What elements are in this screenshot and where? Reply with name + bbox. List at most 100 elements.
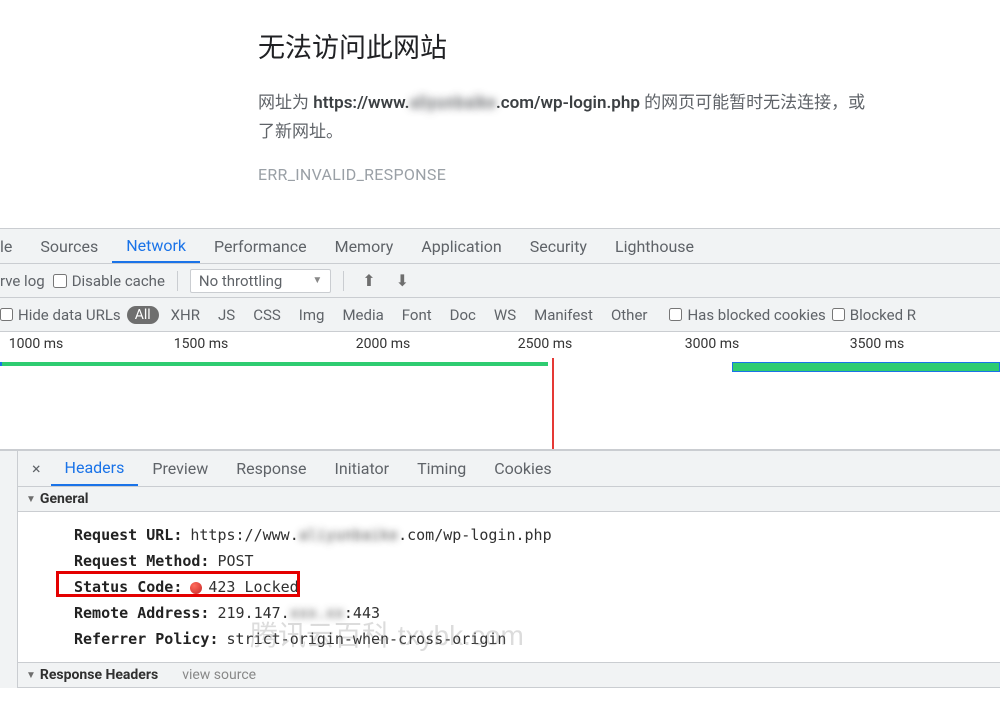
timeline-ticks: 1000 ms 1500 ms 2000 ms 2500 ms 3000 ms … bbox=[0, 332, 1000, 354]
error-prefix: 网址为 bbox=[258, 93, 313, 113]
chevron-down-icon: ▼ bbox=[312, 275, 322, 286]
throttling-value: No throttling bbox=[199, 272, 282, 290]
preserve-log-cut[interactable]: rve log bbox=[0, 272, 45, 290]
details-tabs: × Headers Preview Response Initiator Tim… bbox=[18, 451, 1000, 487]
devtools-tabbar: le Sources Network Performance Memory Ap… bbox=[0, 228, 1000, 264]
error-url-part-b: .com/wp-login.php bbox=[496, 93, 640, 113]
disclosure-triangle-icon: ▼ bbox=[26, 670, 36, 681]
request-details: × Headers Preview Response Initiator Tim… bbox=[0, 450, 1000, 688]
close-icon[interactable]: × bbox=[22, 459, 51, 478]
row-remote-address: Remote Address: 219.147.xxx.xx:443 bbox=[74, 600, 980, 626]
details-tab-initiator[interactable]: Initiator bbox=[321, 451, 404, 486]
filter-css[interactable]: CSS bbox=[247, 306, 287, 324]
filter-media[interactable]: Media bbox=[336, 306, 389, 324]
section-response-headers[interactable]: ▼ Response Headers view source bbox=[18, 662, 1000, 688]
status-dot-icon bbox=[190, 582, 202, 594]
remote-address-a: 219.147. bbox=[217, 604, 289, 622]
request-url-a: https://www. bbox=[190, 526, 298, 544]
network-toolbar: rve log Disable cache No throttling ▼ ⬆ … bbox=[0, 264, 1000, 298]
request-url-value: https://www.aliyunbaike.com/wp-login.php bbox=[190, 526, 551, 544]
timeline-bar-1 bbox=[0, 362, 548, 366]
view-source-link[interactable]: view source bbox=[182, 667, 256, 683]
hide-data-urls-input[interactable] bbox=[0, 308, 13, 321]
request-url-blurred: aliyunbaike bbox=[299, 526, 398, 544]
disable-cache-input[interactable] bbox=[53, 274, 67, 288]
section-general[interactable]: ▼ General bbox=[18, 487, 1000, 512]
tab-sources[interactable]: Sources bbox=[26, 229, 112, 263]
details-tab-preview[interactable]: Preview bbox=[138, 451, 222, 486]
request-url-key: Request URL: bbox=[74, 526, 182, 544]
response-headers-label: Response Headers bbox=[40, 667, 158, 683]
request-method-value: POST bbox=[217, 552, 253, 570]
details-tab-response[interactable]: Response bbox=[222, 451, 320, 486]
blocked-cookies-label: Has blocked cookies bbox=[687, 306, 825, 324]
tick-3000: 3000 ms bbox=[685, 336, 739, 352]
filter-img[interactable]: Img bbox=[293, 306, 331, 324]
tab-console-cut[interactable]: le bbox=[0, 229, 26, 263]
throttling-select[interactable]: No throttling ▼ bbox=[190, 269, 331, 293]
disable-cache-label: Disable cache bbox=[72, 272, 165, 290]
request-method-key: Request Method: bbox=[74, 552, 209, 570]
referrer-policy-value: strict-origin-when-cross-origin bbox=[227, 630, 507, 648]
timeline-bar-2 bbox=[732, 362, 1000, 372]
hide-data-urls-checkbox[interactable]: Hide data URLs bbox=[0, 306, 121, 324]
row-request-url: Request URL: https://www.aliyunbaike.com… bbox=[74, 522, 980, 548]
remote-address-key: Remote Address: bbox=[74, 604, 209, 622]
filter-manifest[interactable]: Manifest bbox=[528, 306, 599, 324]
remote-address-blurred: xxx.xx bbox=[290, 604, 344, 622]
status-code-value: 423 Locked bbox=[190, 578, 298, 596]
referrer-policy-key: Referrer Policy: bbox=[74, 630, 219, 648]
filter-font[interactable]: Font bbox=[396, 306, 438, 324]
section-general-label: General bbox=[40, 491, 89, 507]
status-code-text: 423 Locked bbox=[208, 578, 298, 596]
hide-data-urls-label: Hide data URLs bbox=[18, 306, 121, 324]
filter-xhr[interactable]: XHR bbox=[165, 306, 206, 324]
tab-lighthouse[interactable]: Lighthouse bbox=[601, 229, 708, 263]
blocked-requests-checkbox-cut[interactable]: Blocked R bbox=[832, 306, 916, 324]
blocked-cookies-checkbox[interactable]: Has blocked cookies bbox=[669, 306, 825, 324]
blocked-requests-input[interactable] bbox=[832, 308, 845, 321]
upload-icon[interactable]: ⬆ bbox=[356, 271, 381, 290]
tick-3500: 3500 ms bbox=[850, 336, 904, 352]
error-url-part-a: https://www. bbox=[313, 93, 409, 113]
timeline-load-marker bbox=[552, 358, 554, 449]
tab-performance[interactable]: Performance bbox=[200, 229, 321, 263]
error-url-domain-blurred: aliyunbaike bbox=[410, 93, 496, 113]
tick-2000: 2000 ms bbox=[356, 336, 410, 352]
tab-memory[interactable]: Memory bbox=[321, 229, 408, 263]
tick-1000: 1000 ms bbox=[9, 336, 63, 352]
separator bbox=[343, 271, 344, 291]
tab-security[interactable]: Security bbox=[516, 229, 601, 263]
preserve-log-label: rve log bbox=[0, 272, 45, 290]
error-code: ERR_INVALID_RESPONSE bbox=[258, 165, 1000, 184]
network-timeline[interactable]: 1000 ms 1500 ms 2000 ms 2500 ms 3000 ms … bbox=[0, 332, 1000, 450]
details-tab-timing[interactable]: Timing bbox=[403, 451, 480, 486]
tab-network[interactable]: Network bbox=[112, 229, 200, 263]
error-suffix: 的网页可能暂时无法连接，或 bbox=[640, 93, 865, 113]
blocked-cookies-input[interactable] bbox=[669, 308, 682, 321]
details-tab-headers[interactable]: Headers bbox=[51, 451, 139, 486]
details-tab-cookies[interactable]: Cookies bbox=[480, 451, 565, 486]
details-main: × Headers Preview Response Initiator Tim… bbox=[18, 451, 1000, 688]
download-icon[interactable]: ⬇ bbox=[390, 271, 415, 290]
details-gutter bbox=[0, 451, 18, 688]
error-title: 无法访问此网站 bbox=[258, 26, 1000, 65]
row-request-method: Request Method: POST bbox=[74, 548, 980, 574]
network-filterbar: Hide data URLs All XHR JS CSS Img Media … bbox=[0, 298, 1000, 332]
remote-address-value: 219.147.xxx.xx:443 bbox=[217, 604, 380, 622]
filter-js[interactable]: JS bbox=[212, 306, 241, 324]
filter-all-pill[interactable]: All bbox=[127, 306, 159, 324]
status-code-key: Status Code: bbox=[74, 578, 182, 596]
request-url-b: .com/wp-login.php bbox=[398, 526, 552, 544]
filter-doc[interactable]: Doc bbox=[444, 306, 482, 324]
error-line2: 了新网址。 bbox=[258, 122, 343, 142]
row-status-code: Status Code: 423 Locked bbox=[74, 574, 980, 600]
filter-ws[interactable]: WS bbox=[488, 306, 522, 324]
filter-other[interactable]: Other bbox=[605, 306, 654, 324]
blocked-requests-label: Blocked R bbox=[850, 306, 916, 324]
disclosure-triangle-icon: ▼ bbox=[26, 494, 36, 505]
row-referrer-policy: Referrer Policy: strict-origin-when-cros… bbox=[74, 626, 980, 652]
tick-1500: 1500 ms bbox=[174, 336, 228, 352]
disable-cache-checkbox[interactable]: Disable cache bbox=[53, 272, 165, 290]
tab-application[interactable]: Application bbox=[407, 229, 515, 263]
